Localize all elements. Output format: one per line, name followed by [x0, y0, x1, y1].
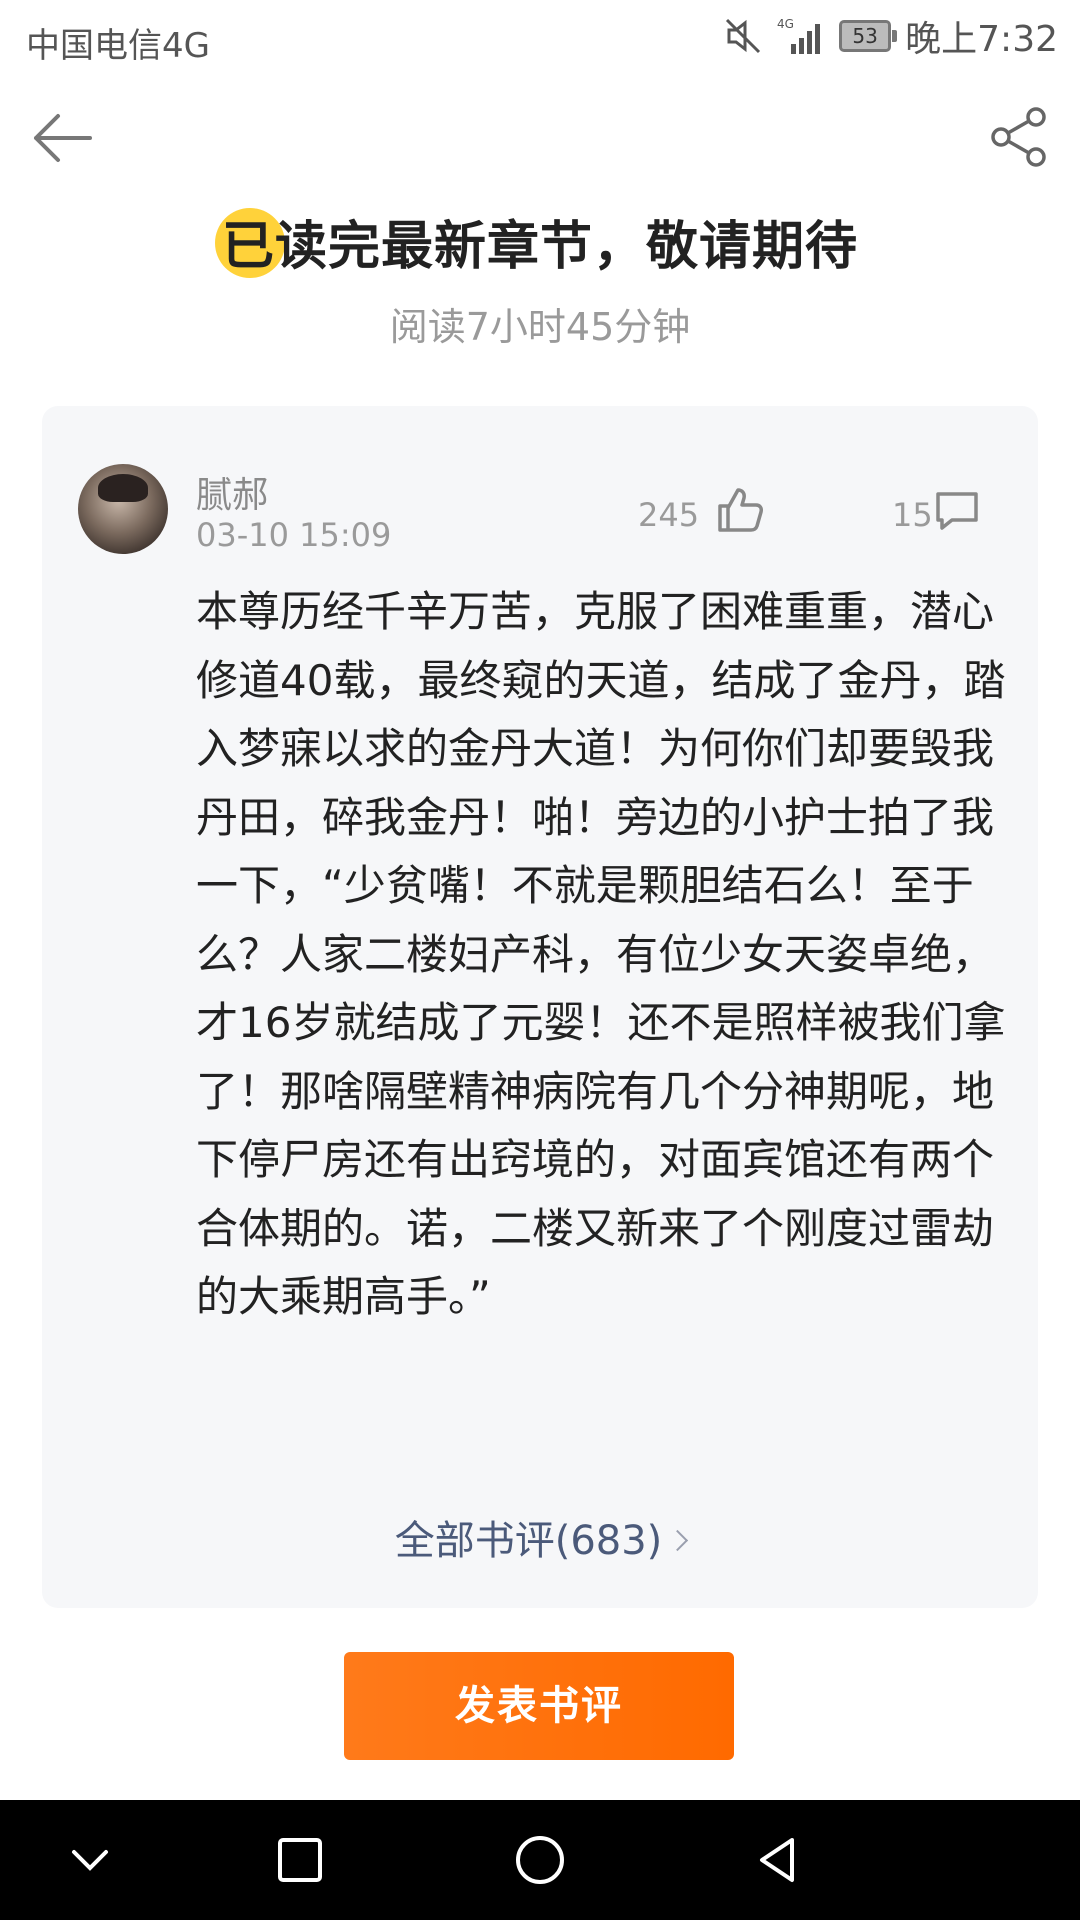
reply-count: 15 — [892, 496, 933, 534]
circle-icon — [516, 1836, 564, 1884]
status-icons: 4G 53 晚上7:32 — [723, 14, 1058, 60]
nav-hide-button[interactable] — [60, 1830, 120, 1890]
clock: 晚上7:32 — [905, 19, 1058, 60]
arrow-left-icon — [34, 114, 92, 162]
square-icon — [278, 1838, 322, 1882]
comment-time: 03-10 15:09 — [196, 516, 392, 554]
share-icon — [991, 107, 1046, 167]
system-nav-bar — [0, 1800, 1080, 1920]
share-button[interactable] — [986, 104, 1052, 170]
page-title: 已读完最新章节，敬请期待 — [221, 217, 858, 277]
chevron-down-icon — [72, 1850, 108, 1871]
reply-button[interactable] — [934, 488, 980, 534]
nav-recents-button[interactable] — [270, 1830, 330, 1890]
comment-username[interactable]: 腻郝 — [196, 466, 268, 518]
signal-icon: 4G — [777, 17, 821, 54]
triangle-back-icon — [760, 1838, 794, 1882]
mute-icon — [726, 18, 761, 54]
title-area: 已读完最新章节，敬请期待 — [0, 204, 1080, 279]
comment-text: 本尊历经千辛万苦，克服了困难重重，潜心修道40载，最终窥的天道，结成了金丹，踏入… — [196, 587, 1006, 1321]
avatar[interactable] — [78, 464, 168, 554]
all-reviews-link[interactable]: 全部书评(683) — [42, 1508, 1038, 1566]
publish-review-button[interactable]: 发表书评 — [344, 1652, 734, 1760]
like-count: 245 — [638, 496, 700, 534]
reading-duration: 阅读7小时45分钟 — [389, 305, 691, 349]
nav-back-button[interactable] — [748, 1830, 808, 1890]
svg-text:4G: 4G — [777, 17, 794, 31]
comment-bubble-icon — [936, 492, 978, 530]
status-bar: 中国电信4G 4G 53 晚上7:32 — [0, 0, 1080, 76]
all-reviews-label: 全部书评(683) — [394, 1518, 663, 1564]
nav-home-button[interactable] — [510, 1830, 570, 1890]
battery-icon: 53 — [839, 20, 898, 52]
carrier-label: 中国电信4G — [26, 26, 210, 66]
back-button[interactable] — [30, 108, 100, 168]
like-button[interactable] — [714, 484, 766, 536]
thumbs-up-icon — [718, 488, 763, 532]
comment-card: 腻郝 03-10 15:09 245 15 本尊历经千辛万苦，克服了困难重重，潜… — [42, 406, 1038, 1608]
chevron-right-icon — [667, 1529, 689, 1551]
